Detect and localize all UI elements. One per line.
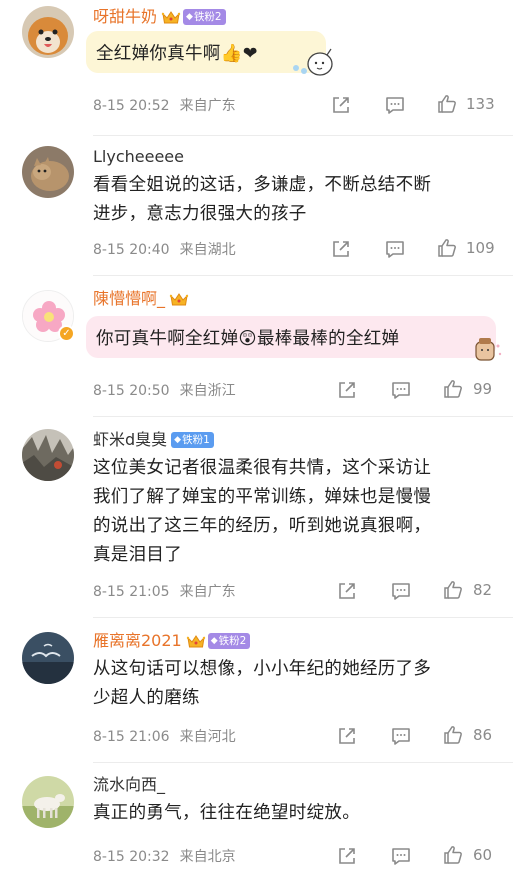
- divider: [93, 762, 513, 763]
- like-icon[interactable]: [442, 579, 464, 601]
- like-count[interactable]: 109: [466, 237, 495, 259]
- fan-badge-label: 铁粉2: [218, 635, 247, 647]
- comment-text-line: 这位美女记者很温柔很有共情，这个采访让: [93, 458, 432, 478]
- comment-icon[interactable]: [384, 238, 406, 260]
- divider: [93, 617, 513, 618]
- comment-text: 全红婵你真牛啊👍❤: [96, 43, 258, 64]
- share-icon[interactable]: [336, 725, 358, 747]
- comment-meta: 8-15 20:50 来自浙江: [93, 381, 236, 401]
- share-icon[interactable]: [330, 94, 352, 116]
- comment-icon[interactable]: [390, 379, 412, 401]
- comment-text: 这位美女记者很温柔很有共情，这个采访让 我们了解了婵宝的平常训练，婵妹也是慢慢 …: [93, 454, 513, 570]
- crown-icon: [161, 9, 181, 25]
- comment-icon[interactable]: [390, 725, 412, 747]
- crown-icon: [169, 291, 189, 307]
- like-count[interactable]: 133: [466, 93, 495, 115]
- location: 来自广东: [179, 584, 236, 600]
- avatar[interactable]: [22, 776, 74, 828]
- comment-icon[interactable]: [390, 845, 412, 867]
- fan-badge-label: 铁粉2: [193, 11, 222, 23]
- comment-text-line: 真是泪目了: [93, 545, 182, 565]
- username[interactable]: 流水向西_: [93, 774, 165, 796]
- comment-meta: 8-15 21:05 来自广东: [93, 582, 236, 602]
- bubble-sticker-icon: [290, 44, 336, 84]
- comment-text-line: 进步，意志力很强大的孩子: [93, 204, 307, 224]
- bubble-sticker-icon: [468, 334, 504, 368]
- timestamp: 8-15 20:50: [93, 383, 170, 399]
- avatar[interactable]: [22, 146, 74, 198]
- comment-meta: 8-15 20:32 来自北京: [93, 847, 236, 867]
- share-icon[interactable]: [336, 580, 358, 602]
- username[interactable]: 虾米d臭臭: [93, 429, 167, 451]
- location: 来自广东: [179, 98, 236, 114]
- username[interactable]: 呀甜牛奶: [93, 6, 157, 28]
- like-icon[interactable]: [442, 844, 464, 866]
- fan-badge[interactable]: ◆ 铁粉2: [207, 633, 251, 649]
- like-icon[interactable]: [442, 378, 464, 400]
- username-row: 雁离离2021 ◆ 铁粉2: [93, 630, 251, 652]
- location: 来自湖北: [179, 242, 236, 258]
- location: 来自浙江: [179, 383, 236, 399]
- share-icon[interactable]: [336, 845, 358, 867]
- gem-icon: ◆: [186, 12, 193, 22]
- username[interactable]: 陳懵懵啊_: [93, 288, 165, 310]
- share-icon[interactable]: [330, 238, 352, 260]
- timestamp: 8-15 20:40: [93, 242, 170, 258]
- comment-bubble: 你可真牛啊全红婵😲最棒最棒的全红婵: [86, 316, 496, 358]
- verified-badge-icon: ✓: [58, 325, 75, 342]
- timestamp: 8-15 21:06: [93, 729, 170, 745]
- comment-text-line: 我们了解了婵宝的平常训练，婵妹也是慢慢: [93, 487, 432, 507]
- like-count[interactable]: 60: [473, 844, 492, 866]
- username-row: Llycheeeee: [93, 146, 184, 168]
- like-icon[interactable]: [436, 237, 458, 259]
- like-count[interactable]: 82: [473, 579, 492, 601]
- divider: [93, 275, 513, 276]
- share-icon[interactable]: [336, 379, 358, 401]
- fan-badge[interactable]: ◆ 铁粉2: [183, 9, 226, 25]
- username-row: 流水向西_: [93, 774, 165, 796]
- username[interactable]: Llycheeeee: [93, 146, 184, 168]
- divider: [93, 135, 513, 136]
- comment-text: 真正的勇气，往往在绝望时绽放。: [93, 799, 513, 828]
- divider: [93, 416, 513, 417]
- comment-text: 从这句话可以想像，小小年纪的她经历了多 少超人的磨练: [93, 655, 513, 713]
- like-count[interactable]: 99: [473, 378, 492, 400]
- timestamp: 8-15 21:05: [93, 584, 170, 600]
- username-row: 呀甜牛奶 ◆ 铁粉2: [93, 6, 226, 28]
- username-row: 虾米d臭臭 ◆ 铁粉1: [93, 429, 214, 451]
- username-row: 陳懵懵啊_: [93, 288, 189, 310]
- avatar[interactable]: [22, 429, 74, 481]
- crown-icon: [186, 633, 206, 649]
- comment-text-line: 少超人的磨练: [93, 688, 200, 708]
- like-icon[interactable]: [436, 93, 458, 115]
- gem-icon: ◆: [174, 435, 182, 445]
- avatar[interactable]: [22, 6, 74, 58]
- avatar[interactable]: [22, 632, 74, 684]
- timestamp: 8-15 20:52: [93, 98, 170, 114]
- gem-icon: ◆: [210, 636, 218, 646]
- comment-icon[interactable]: [390, 580, 412, 602]
- comment-text-line: 从这句话可以想像，小小年纪的她经历了多: [93, 659, 432, 679]
- fan-badge-label: 铁粉1: [182, 434, 210, 446]
- comment-meta: 8-15 21:06 来自河北: [93, 727, 236, 747]
- comment-text-line: 看看全姐说的这话，多谦虚，不断总结不断: [93, 175, 432, 195]
- comment-text-line: 的说出了这三年的经历，听到她说真狠啊，: [93, 516, 432, 536]
- comment-meta: 8-15 20:40 来自湖北: [93, 240, 236, 260]
- location: 来自河北: [179, 729, 236, 745]
- comment-text: 看看全姐说的这话，多谦虚，不断总结不断 进步，意志力很强大的孩子: [93, 171, 513, 229]
- like-count[interactable]: 86: [473, 724, 492, 746]
- comment-text-line: 真正的勇气，往往在绝望时绽放。: [93, 803, 360, 823]
- comment-icon[interactable]: [384, 94, 406, 116]
- location: 来自北京: [179, 849, 236, 865]
- comment-text: 你可真牛啊全红婵😲最棒最棒的全红婵: [96, 328, 400, 349]
- fan-badge[interactable]: ◆ 铁粉1: [171, 432, 214, 448]
- like-icon[interactable]: [442, 724, 464, 746]
- username[interactable]: 雁离离2021: [93, 630, 182, 652]
- comment-meta: 8-15 20:52 来自广东: [93, 96, 236, 116]
- timestamp: 8-15 20:32: [93, 849, 170, 865]
